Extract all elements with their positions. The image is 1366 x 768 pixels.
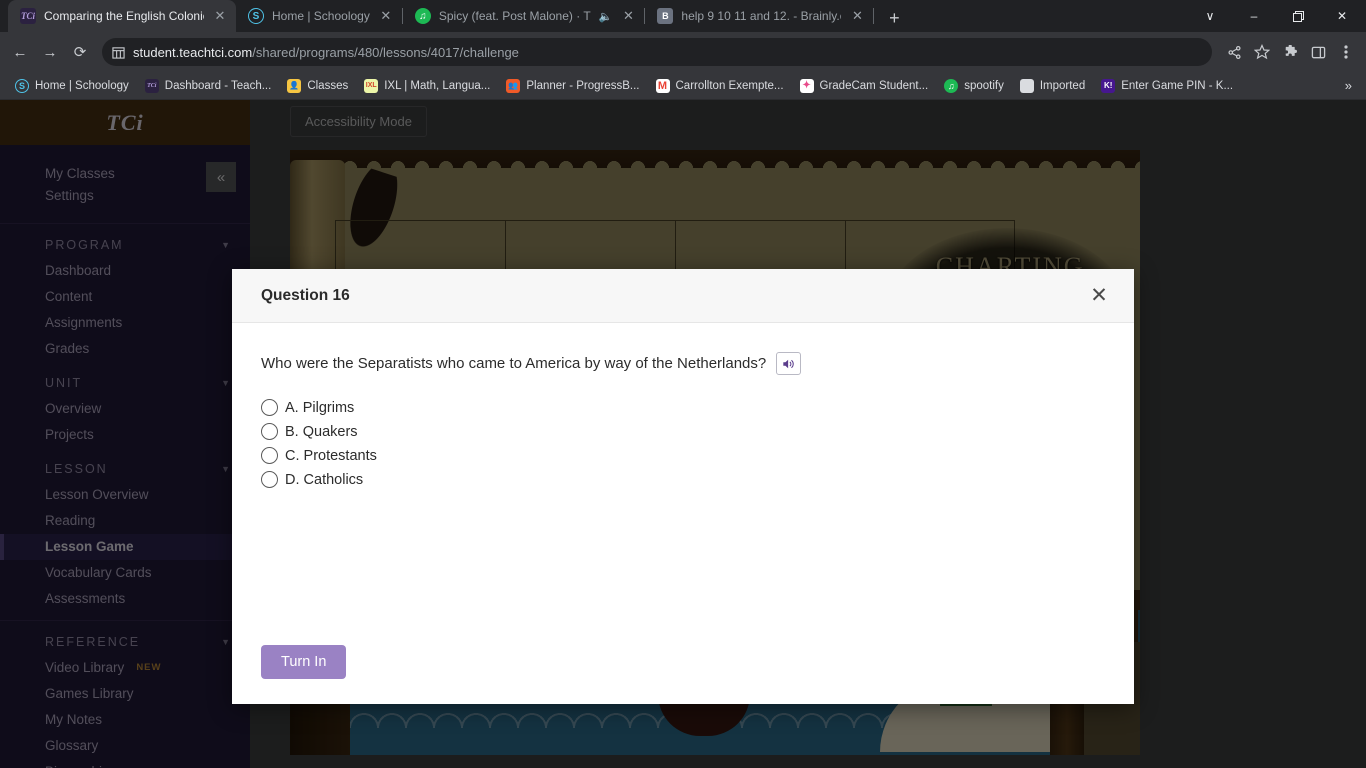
- schoology-icon: S: [248, 8, 264, 24]
- address-bar[interactable]: student.teachtci.com/shared/programs/480…: [102, 38, 1212, 66]
- spotify-icon: ♫: [944, 78, 959, 93]
- maximize-button[interactable]: [1276, 0, 1320, 32]
- answer-label: B. Quakers: [285, 423, 358, 440]
- tab-close-button[interactable]: ✕: [849, 8, 865, 24]
- tab-close-button[interactable]: ✕: [620, 8, 636, 24]
- bookmark-item[interactable]: K! Enter Game PIN - K...: [1094, 76, 1240, 96]
- modal-title: Question 16: [261, 286, 350, 304]
- answer-label: D. Catholics: [285, 471, 364, 488]
- search-tabs-button[interactable]: ∨: [1188, 0, 1232, 32]
- bookmark-label: Carrollton Exempte...: [675, 79, 784, 92]
- tab-title: Comparing the English Colonies: [44, 9, 204, 23]
- url-host: student.teachtci.com: [133, 44, 253, 60]
- minimize-button[interactable]: –: [1232, 0, 1276, 32]
- radio-button[interactable]: [261, 423, 278, 440]
- close-window-button[interactable]: ✕: [1320, 0, 1364, 32]
- answer-label: A. Pilgrims: [285, 399, 355, 416]
- planner-icon: 👥: [506, 78, 521, 93]
- gradecam-icon: ✦: [799, 78, 814, 93]
- radio-button[interactable]: [261, 399, 278, 416]
- share-icon[interactable]: [1220, 38, 1248, 66]
- browser-tab-3[interactable]: ♫ Spicy (feat. Post Malone) · T 🔈 ✕: [403, 0, 645, 32]
- bookmark-label: Planner - ProgressB...: [526, 79, 640, 92]
- bookmark-item[interactable]: TCi Dashboard - Teach...: [138, 76, 279, 96]
- bookmark-item[interactable]: S Home | Schoology: [8, 76, 136, 96]
- bookmark-item[interactable]: IXL IXL | Math, Langua...: [357, 76, 497, 96]
- answer-option-b[interactable]: B. Quakers: [261, 423, 1105, 440]
- bookmark-folder[interactable]: Imported: [1013, 76, 1092, 96]
- question-text: Who were the Separatists who came to Ame…: [261, 355, 767, 372]
- bookmark-label: IXL | Math, Langua...: [384, 79, 491, 92]
- new-tab-button[interactable]: +: [880, 4, 908, 32]
- close-icon[interactable]: ✕: [1086, 283, 1112, 309]
- answer-option-c[interactable]: C. Protestants: [261, 447, 1105, 464]
- modal-body: Who were the Separatists who came to Ame…: [232, 323, 1134, 645]
- modal-footer: Turn In: [232, 645, 1134, 704]
- question-row: Who were the Separatists who came to Ame…: [261, 352, 1105, 375]
- bookmark-item[interactable]: 👤 Classes: [280, 76, 355, 96]
- folder-icon: [1019, 78, 1034, 93]
- answer-option-d[interactable]: D. Catholics: [261, 471, 1105, 488]
- tab-title: Spicy (feat. Post Malone) · T: [438, 9, 591, 23]
- tab-close-button[interactable]: ✕: [378, 8, 394, 24]
- classes-icon: 👤: [287, 78, 302, 93]
- spotify-icon: ♫: [414, 8, 431, 24]
- bookmark-item[interactable]: 👥 Planner - ProgressB...: [499, 76, 646, 96]
- browser-tab-1[interactable]: TCi Comparing the English Colonies ✕: [8, 0, 236, 32]
- bookmark-label: Dashboard - Teach...: [164, 79, 272, 92]
- question-modal: Question 16 ✕ Who were the Separatists w…: [232, 269, 1134, 704]
- page-info-icon[interactable]: [112, 46, 125, 59]
- bookmarks-bar: S Home | Schoology TCi Dashboard - Teach…: [0, 72, 1366, 100]
- star-icon[interactable]: [1248, 38, 1276, 66]
- tab-divider: [873, 8, 875, 24]
- ixl-icon: IXL: [364, 78, 379, 93]
- browser-tab-2[interactable]: S Home | Schoology ✕: [236, 0, 402, 32]
- answer-option-a[interactable]: A. Pilgrims: [261, 399, 1105, 416]
- browser-window: TCi Comparing the English Colonies ✕ S H…: [0, 0, 1366, 768]
- turn-in-button[interactable]: Turn In: [261, 645, 347, 679]
- bookmarks-overflow-button[interactable]: »: [1339, 78, 1358, 93]
- url-text: student.teachtci.com/shared/programs/480…: [133, 45, 519, 60]
- browser-toolbar: ← → ⟳ student.teachtci.com/shared/progra…: [0, 32, 1366, 72]
- bookmark-label: Imported: [1039, 79, 1086, 92]
- radio-button[interactable]: [261, 447, 278, 464]
- tab-mute-icon[interactable]: 🔈: [599, 10, 613, 23]
- bookmark-label: Classes: [307, 79, 349, 92]
- reload-icon[interactable]: ⟳: [66, 38, 94, 66]
- bookmark-label: GradeCam Student...: [819, 79, 929, 92]
- answer-label: C. Protestants: [285, 447, 377, 464]
- toolbar-actions: [1220, 38, 1360, 66]
- speaker-icon[interactable]: [776, 352, 802, 375]
- window-controls: ∨ – ✕: [1188, 0, 1366, 32]
- panel-icon[interactable]: [1304, 38, 1332, 66]
- puzzle-icon[interactable]: [1276, 38, 1304, 66]
- bookmark-label: Enter Game PIN - K...: [1121, 79, 1234, 92]
- bookmark-item[interactable]: M Carrollton Exempte...: [649, 76, 791, 96]
- bookmark-label: Home | Schoology: [35, 79, 129, 92]
- bookmark-item[interactable]: ♫ spootify: [937, 76, 1011, 96]
- tab-strip: TCi Comparing the English Colonies ✕ S H…: [0, 0, 1366, 32]
- bookmark-item[interactable]: ✦ GradeCam Student...: [793, 76, 936, 96]
- bookmark-label: spootify: [964, 79, 1004, 92]
- radio-button[interactable]: [261, 471, 278, 488]
- modal-header: Question 16 ✕: [232, 269, 1134, 323]
- page-content: TCi « My Classes Settings PROGRAM ▼ Dash…: [0, 100, 1366, 768]
- tci-icon: TCi: [144, 78, 159, 93]
- forward-icon[interactable]: →: [36, 38, 64, 66]
- tci-icon: TCi: [20, 8, 36, 24]
- tab-close-button[interactable]: ✕: [212, 8, 228, 24]
- tab-title: Home | Schoology: [272, 9, 370, 23]
- url-path: /shared/programs/480/lessons/4017/challe…: [252, 44, 519, 60]
- brainly-icon: B: [657, 8, 674, 24]
- back-icon[interactable]: ←: [6, 38, 34, 66]
- three-dot-menu-icon[interactable]: [1332, 38, 1360, 66]
- kahoot-icon: K!: [1101, 78, 1116, 93]
- schoology-icon: S: [15, 78, 29, 93]
- browser-tab-4[interactable]: B help 9 10 11 and 12. - Brainly.co ✕: [645, 0, 873, 32]
- gmail-icon: M: [655, 78, 670, 93]
- tab-title: help 9 10 11 and 12. - Brainly.co: [681, 9, 842, 23]
